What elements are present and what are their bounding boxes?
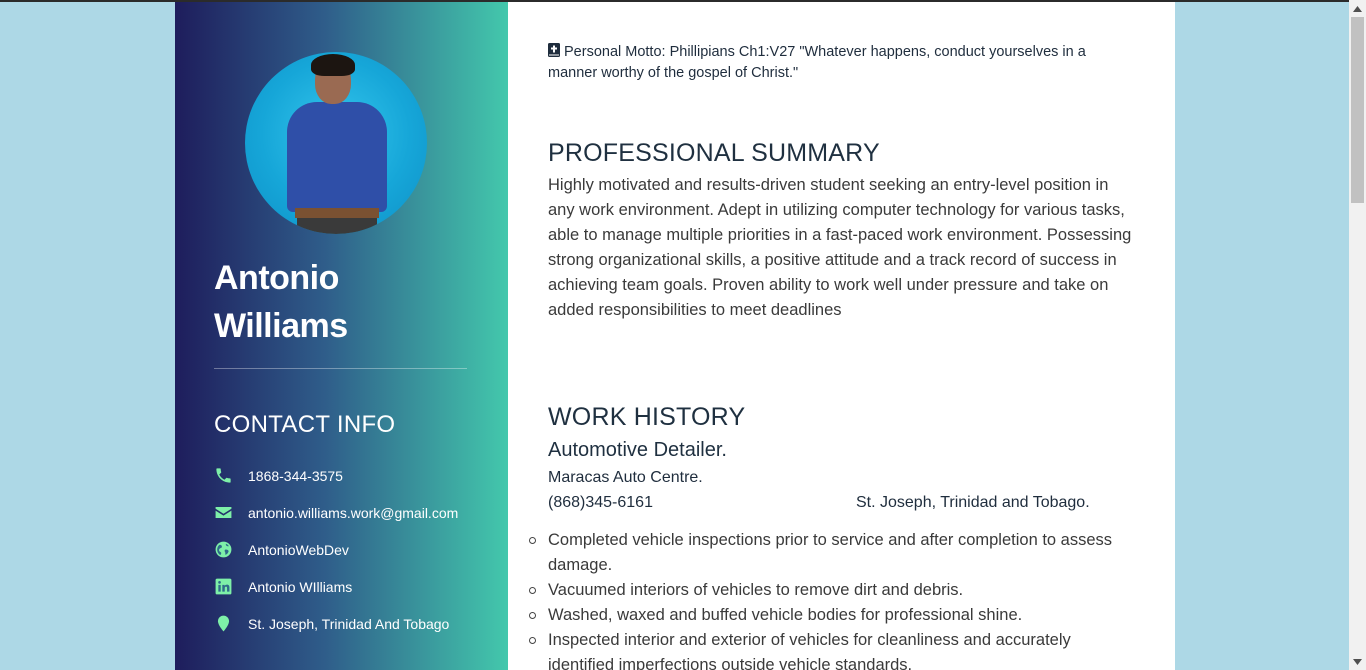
- scroll-down-arrow-icon[interactable]: [1349, 653, 1366, 670]
- phone-icon: [214, 466, 233, 485]
- envelope-icon: [214, 503, 233, 522]
- last-name: Williams: [214, 307, 348, 345]
- professional-summary-heading: PROFESSIONAL SUMMARY: [548, 139, 880, 167]
- contact-linkedin[interactable]: Antonio WIlliams: [214, 568, 458, 605]
- person-name: Antonio Williams: [214, 254, 348, 350]
- job-phone: (868)345-6161: [548, 494, 653, 511]
- contact-email-text[interactable]: antonio.williams.work@gmail.com: [248, 505, 458, 521]
- contact-email[interactable]: antonio.williams.work@gmail.com: [214, 494, 458, 531]
- contact-phone: 1868-344-3575: [214, 457, 458, 494]
- contact-linkedin-text[interactable]: Antonio WIlliams: [248, 579, 352, 595]
- photo-pants: [297, 218, 377, 234]
- globe-icon: [214, 540, 233, 559]
- scrollbar-thumb[interactable]: [1351, 17, 1364, 203]
- contact-website[interactable]: AntonioWebDev: [214, 531, 458, 568]
- photo-shirt: [287, 102, 387, 212]
- professional-summary-text: Highly motivated and results-driven stud…: [548, 176, 1132, 319]
- scroll-up-arrow-icon[interactable]: [1349, 0, 1366, 17]
- contact-location: St. Joseph, Trinidad And Tobago: [214, 605, 458, 642]
- contact-phone-text: 1868-344-3575: [248, 467, 343, 484]
- duty-item: Washed, waxed and buffed vehicle bodies …: [529, 603, 1138, 628]
- first-name: Antonio: [214, 259, 339, 297]
- photo-hair: [311, 54, 355, 76]
- contact-location-text: St. Joseph, Trinidad And Tobago: [248, 615, 450, 632]
- motto-text: Personal Motto: Phillipians Ch1:V27 "Wha…: [548, 44, 1086, 81]
- duty-item: Inspected interior and exterior of vehic…: [529, 628, 1138, 670]
- resume-sidebar: Antonio Williams CONTACT INFO 1868-344-3…: [175, 2, 508, 670]
- linkedin-icon: [214, 577, 233, 596]
- vertical-scrollbar[interactable]: [1349, 0, 1366, 670]
- job-employer: Maracas Auto Centre.: [548, 469, 703, 486]
- map-marker-icon: [214, 614, 233, 633]
- resume-main: Personal Motto: Phillipians Ch1:V27 "Wha…: [508, 2, 1175, 670]
- duty-item: Vacuumed interiors of vehicles to remove…: [529, 578, 1138, 603]
- contact-website-text[interactable]: AntonioWebDev: [248, 542, 349, 558]
- resume-page: Antonio Williams CONTACT INFO 1868-344-3…: [175, 2, 1175, 670]
- work-history-heading: WORK HISTORY: [548, 403, 746, 431]
- personal-motto: Personal Motto: Phillipians Ch1:V27 "Wha…: [548, 42, 1128, 84]
- contact-info-heading: CONTACT INFO: [214, 411, 396, 438]
- photo-belt: [295, 208, 379, 218]
- job-location: St. Joseph, Trinidad and Tobago.: [856, 494, 1090, 511]
- bible-icon: [548, 43, 560, 57]
- job-title: Automotive Detailer.: [548, 439, 727, 461]
- duty-item: Completed vehicle inspections prior to s…: [529, 528, 1138, 578]
- job-duties-list: Completed vehicle inspections prior to s…: [529, 528, 1138, 670]
- sidebar-divider: [214, 368, 467, 369]
- profile-photo: [245, 52, 427, 234]
- contact-list: 1868-344-3575 antonio.williams.work@gmai…: [214, 457, 458, 642]
